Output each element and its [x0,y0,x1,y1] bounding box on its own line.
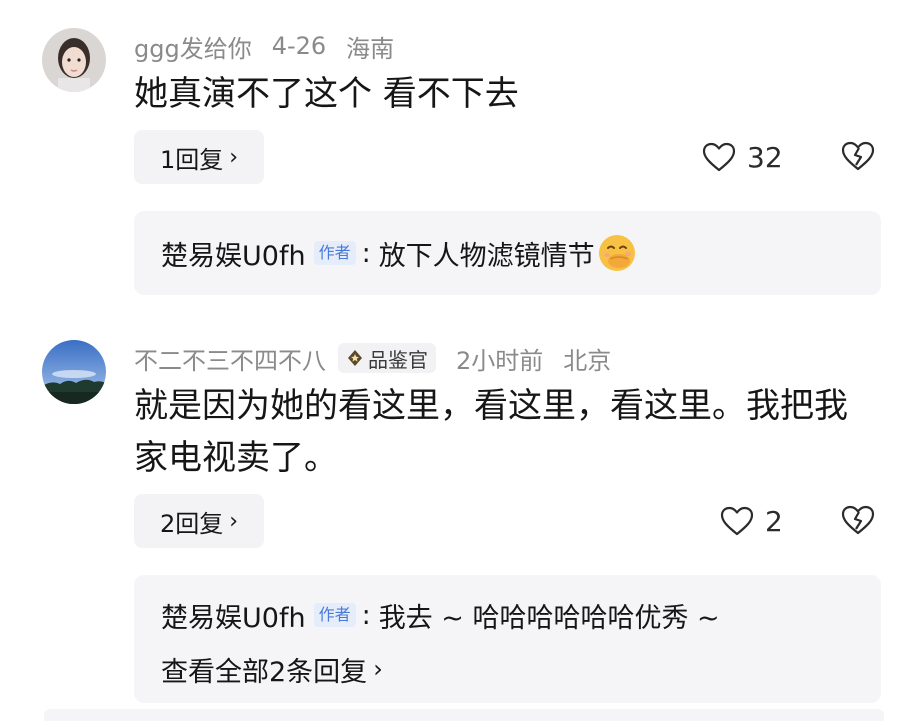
comment-text: 她真演不了这个 看不下去 [134,74,519,114]
dislike-button[interactable] [840,503,876,539]
user-avatar-landscape-icon [42,340,106,404]
replies-button[interactable]: 1回复 › [134,130,265,184]
comment-meta: 不二不三不四不八 品鉴官 2小时前 北京 [134,341,612,376]
comment-location: 海南 [346,34,395,63]
chevron-right-icon: › [229,144,239,170]
username[interactable]: ggg发给你 [134,29,252,64]
broken-heart-icon [841,505,875,535]
reply-author[interactable]: 楚易娱U0fh [161,234,306,273]
reply-preview: 楚易娱U0fh 作者 : 我去 ~ 哈哈哈哈哈哈优秀 ~ [161,593,720,637]
avatar[interactable] [42,340,106,404]
reply-preview-card[interactable]: 楚易娱U0fh 作者 : 放下人物滤镜情节 [134,211,881,295]
comment-date: 2小时前 [456,346,544,375]
reply-author[interactable]: 楚易娱U0fh [161,596,306,635]
replies-button[interactable]: 2回复 › [134,494,265,548]
chevron-right-icon: › [229,508,239,534]
user-badge[interactable]: 品鉴官 [338,343,436,373]
avatar[interactable] [42,28,106,92]
dislike-button[interactable] [840,139,876,175]
like-count: 32 [747,140,783,174]
comment-location: 北京 [563,346,612,375]
reply-text: 放下人物滤镜情节 [378,240,595,272]
badge-label: 品鉴官 [368,347,428,372]
badge-diamond-icon [348,350,362,366]
hand-over-mouth-emoji-icon [598,235,635,271]
author-tag: 作者 [313,241,356,265]
username[interactable]: 不二不三不四不八 [134,341,326,376]
next-card-edge [44,709,884,721]
reply-separator: : [361,237,371,269]
heart-outline-icon [702,142,736,172]
replies-button-label: 1回复 [160,145,224,174]
heart-outline-icon [720,506,754,536]
reply-preview: 楚易娱U0fh 作者 : 放下人物滤镜情节 [161,231,637,275]
view-all-replies-link[interactable]: 查看全部2条回复 › [161,647,383,691]
view-all-label: 查看全部2条回复 [161,656,368,688]
replies-button-label: 2回复 [160,509,224,538]
comment-meta: ggg发给你 4-26 海南 [134,29,395,64]
broken-heart-icon [841,141,875,171]
author-tag: 作者 [313,603,356,627]
comment-text: 就是因为她的看这里，看这里，看这里。我把我家电视卖了。 [134,386,848,478]
like-button[interactable]: 32 [701,137,783,177]
user-avatar-portrait-icon [42,28,106,92]
reply-separator: : [361,599,371,631]
chevron-right-icon: › [373,655,383,683]
like-count: 2 [765,504,783,538]
reply-preview-card[interactable]: 楚易娱U0fh 作者 : 我去 ~ 哈哈哈哈哈哈优秀 ~ 查看全部2条回复 › [134,575,881,703]
like-button[interactable]: 2 [719,501,783,541]
comment-date: 4-26 [271,32,327,60]
reply-text: 我去 ~ 哈哈哈哈哈哈优秀 ~ [378,602,720,634]
